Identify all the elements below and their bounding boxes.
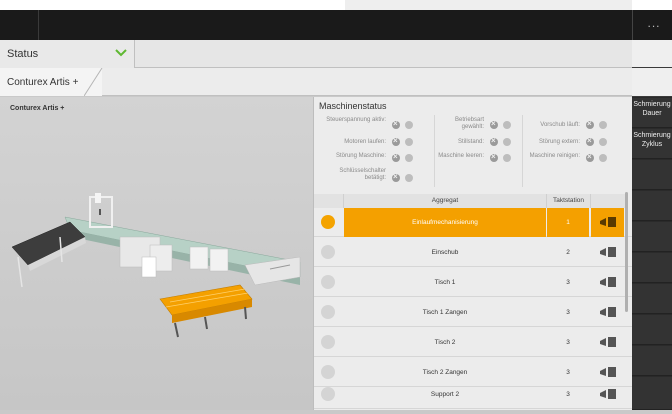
table-row[interactable]: Tisch 1 Zangen 3 [314, 298, 632, 327]
signal-label: Steuerspannung aktiv: [326, 117, 386, 123]
status-led-icon [599, 138, 607, 146]
status-led-icon [392, 119, 400, 129]
status-led-icon [405, 138, 413, 146]
tool-icon [600, 217, 616, 227]
tool-button[interactable] [591, 208, 624, 237]
tool-button[interactable] [591, 298, 624, 327]
signal-label: Störung extern: [538, 139, 580, 145]
tab-conturex-artis[interactable]: Conturex Artis + [0, 68, 103, 96]
status-led-icon [321, 245, 335, 259]
side-button-7[interactable] [632, 284, 672, 314]
more-menu-button[interactable]: ... [636, 16, 672, 34]
row-takt: 3 [566, 279, 570, 286]
row-takt: 3 [566, 391, 570, 398]
table-row[interactable]: Support 2 3 [314, 380, 632, 409]
row-aggregat: Support 2 [430, 391, 460, 398]
status-led-icon [586, 119, 594, 129]
table-scrollbar[interactable] [625, 192, 628, 312]
right-sidebar: Schmierung Dauer Schmierung Zyklus [632, 40, 672, 410]
status-led-icon [392, 172, 400, 182]
tool-icon [600, 389, 616, 399]
tool-icon [600, 337, 616, 347]
signal-label: Motoren laufen: [344, 139, 386, 145]
signal-label: Vorschub läuft: [540, 122, 580, 128]
status-led-icon [321, 387, 335, 401]
status-led-icon [321, 215, 335, 229]
status-bar: Status [0, 40, 632, 68]
signal-label: Störung Maschine: [335, 153, 386, 159]
status-led-icon [599, 154, 607, 162]
table-row[interactable]: Tisch 1 3 [314, 268, 632, 297]
column-header-takt[interactable]: Taktstation [547, 194, 591, 208]
tool-button[interactable] [591, 380, 624, 409]
row-takt: 3 [566, 309, 570, 316]
status-led-icon [490, 152, 498, 162]
status-led-icon [321, 305, 335, 319]
tool-button[interactable] [591, 328, 624, 357]
tool-button[interactable] [591, 268, 624, 297]
status-led-icon [392, 152, 400, 162]
machine-status-title: Maschinenstatus [319, 101, 387, 111]
row-aggregat: Einlaufmechanisierung [344, 208, 546, 237]
row-aggregat: Tisch 1 [434, 279, 456, 286]
status-led-icon [503, 138, 511, 146]
chevron-down-icon [115, 49, 127, 57]
side-button-5[interactable] [632, 222, 672, 252]
status-led-icon [321, 335, 335, 349]
table-row[interactable]: Tisch 2 3 [314, 328, 632, 357]
status-led-icon [503, 121, 511, 129]
row-takt: 1 [547, 208, 589, 237]
status-led-icon [321, 275, 335, 289]
status-led-icon [599, 121, 607, 129]
side-button-10[interactable] [632, 377, 672, 410]
status-led-icon [405, 154, 413, 162]
window-top [0, 0, 672, 10]
row-aggregat: Einschub [431, 249, 459, 256]
side-button-9[interactable] [632, 346, 672, 376]
status-led-icon [503, 154, 511, 162]
side-button-6[interactable] [632, 253, 672, 283]
side-button-4[interactable] [632, 191, 672, 221]
row-takt: 2 [566, 249, 570, 256]
row-aggregat: Tisch 1 Zangen [422, 309, 468, 316]
status-dropdown-label: Status [7, 48, 39, 60]
machine-3d-view[interactable]: Conturex Artis + [0, 97, 313, 410]
status-led-icon [586, 152, 594, 162]
signal-label: Maschine reinigen: [529, 153, 580, 159]
status-led-icon [405, 121, 413, 129]
table-row[interactable]: Einschub 2 [314, 238, 632, 267]
signal-label: Schlüsselschalter betätigt: [339, 168, 386, 181]
tool-icon [600, 307, 616, 317]
side-button-8[interactable] [632, 315, 672, 345]
status-led-icon [490, 119, 498, 129]
tool-button[interactable] [591, 238, 624, 267]
signal-label: Betriebsart gewählt: [454, 117, 484, 130]
lubrication-duration-button[interactable]: Schmierung Dauer [632, 98, 672, 128]
status-led-icon [586, 136, 594, 146]
status-led-icon [321, 365, 335, 379]
signal-label: Maschine leeren: [438, 153, 484, 159]
tab-bar: Conturex Artis + [0, 68, 632, 96]
side-button-3[interactable] [632, 160, 672, 190]
status-dropdown[interactable]: Status [0, 40, 135, 68]
aggregate-table-header: Aggregat Taktstation [314, 194, 632, 208]
tab-edge [84, 68, 103, 96]
top-bar: ... [0, 10, 672, 40]
signal-label: Stillstand: [457, 139, 484, 145]
row-aggregat: Tisch 2 [434, 339, 456, 346]
tab-label: Conturex Artis + [7, 77, 79, 88]
tool-icon [600, 247, 616, 257]
row-takt: 3 [566, 339, 570, 346]
status-led-icon [405, 174, 413, 182]
lubrication-cycle-button[interactable]: Schmierung Zyklus [632, 129, 672, 159]
machine-model [11, 193, 301, 338]
status-led-icon [490, 136, 498, 146]
table-row[interactable]: Einlaufmechanisierung 1 [314, 208, 632, 237]
tool-icon [600, 277, 616, 287]
machine-status-panel: Maschinenstatus Steuerspannung aktiv: Mo… [313, 97, 632, 410]
status-led-icon [392, 136, 400, 146]
column-header-aggregat[interactable]: Aggregat [344, 194, 547, 208]
